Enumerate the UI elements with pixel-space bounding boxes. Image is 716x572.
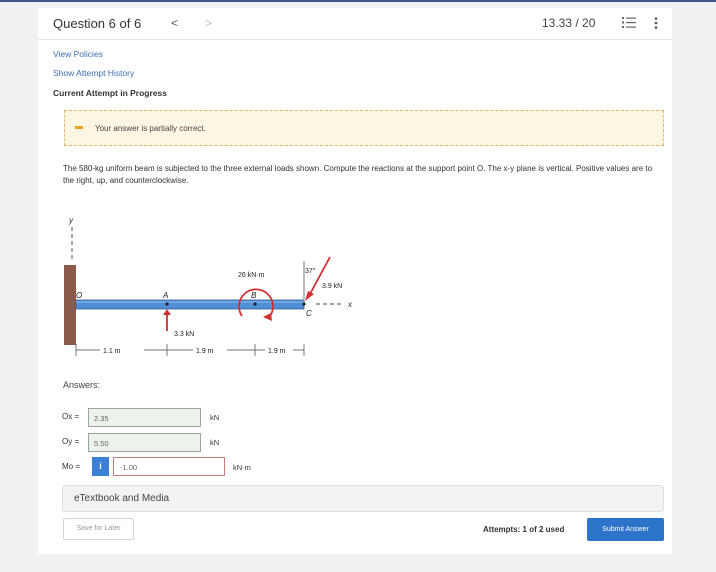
more-options-icon[interactable] [654, 17, 658, 29]
point-b-marker [253, 302, 257, 306]
problem-statement: The 580-kg uniform beam is subjected to … [63, 164, 653, 185]
y-axis-label: y [68, 216, 74, 225]
attempts-text: Attempts: 1 of 2 used [483, 525, 565, 534]
current-attempt-label: Current Attempt in Progress [53, 88, 167, 98]
beam-figure: y O A 3.3 kN 26 kN·m B C x 37° 3.9 kN 1.… [64, 216, 353, 356]
etextbook-media-section[interactable]: eTextbook and Media [62, 485, 664, 512]
question-card: Question 6 of 6 < > 13.33 / 20 View Poli… [38, 8, 672, 554]
oy-input[interactable]: 5.50 [88, 433, 201, 452]
show-attempt-history-link[interactable]: Show Attempt History [53, 68, 134, 78]
force-a-label: 3.3 kN [174, 331, 194, 338]
mo-input[interactable]: -1.00 [113, 457, 225, 476]
mo-label: Mo = [62, 462, 81, 471]
submit-answer-button[interactable]: Submit Answer [587, 518, 664, 541]
point-a-marker [165, 302, 169, 306]
notice-text: Your answer is partially correct. [95, 124, 206, 133]
beam [75, 299, 305, 310]
ox-input[interactable]: 2.35 [88, 408, 201, 427]
mo-unit: kN·m [233, 463, 251, 472]
question-list-icon[interactable] [622, 16, 636, 29]
point-c-marker [302, 302, 306, 306]
question-header: Question 6 of 6 < > 13.33 / 20 [38, 8, 672, 40]
dimension-3-label: 1.9 m [268, 348, 286, 355]
force-c-arrowhead [305, 291, 314, 301]
previous-question-button[interactable]: < [171, 16, 178, 30]
point-b-label: B [251, 291, 257, 300]
point-o-label: O [76, 291, 82, 300]
score-display: 13.33 / 20 [542, 16, 596, 30]
save-for-later-button[interactable]: Save for Later [63, 518, 134, 540]
dimension-1-label: 1.1 m [103, 348, 121, 355]
point-c-label: C [306, 309, 312, 318]
partial-correct-notice: Your answer is partially correct. [64, 110, 664, 146]
force-a-arrowhead [163, 309, 171, 315]
answers-heading: Answers: [63, 380, 101, 390]
angle-label: 37° [305, 267, 316, 275]
moment-arrowhead [263, 313, 272, 321]
view-policies-link[interactable]: View Policies [53, 49, 103, 59]
wall-support [64, 265, 76, 345]
x-axis-label: x [347, 300, 353, 309]
ox-label: Ox = [62, 412, 80, 421]
moment-label: 26 kN·m [238, 272, 265, 279]
next-question-button[interactable]: > [205, 16, 212, 30]
info-icon[interactable]: i [92, 457, 109, 476]
point-a-label: A [162, 291, 168, 300]
top-accent-line [0, 0, 716, 2]
dimension-2-label: 1.9 m [196, 348, 214, 355]
minus-icon [75, 126, 83, 129]
oy-label: Oy = [62, 437, 80, 446]
force-c-label: 3.9 kN [322, 283, 342, 290]
oy-unit: kN [210, 438, 220, 447]
ox-unit: kN [210, 413, 220, 422]
question-title: Question 6 of 6 [53, 16, 142, 31]
